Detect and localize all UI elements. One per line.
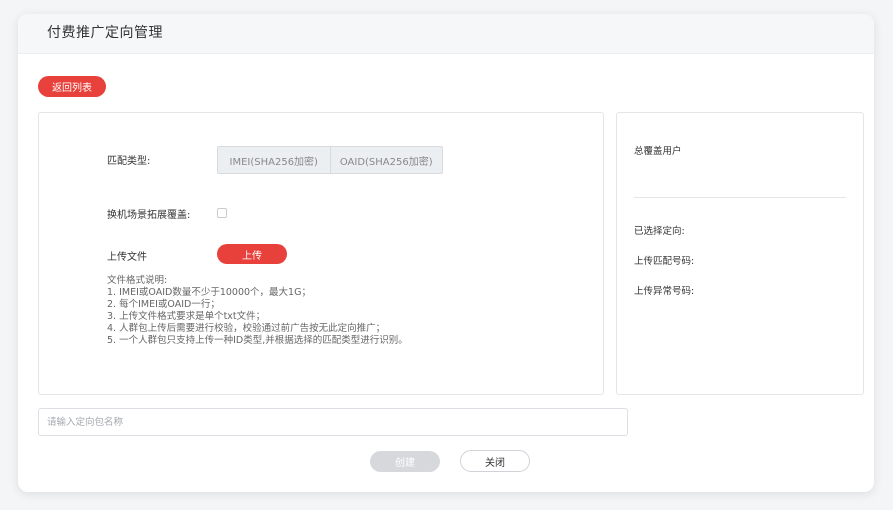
- upload-file-label: 上传文件: [107, 252, 147, 263]
- notes-item: 1. IMEI或OAID数量不少于10000个，最大1G；: [107, 287, 311, 298]
- abnormal-numbers-label: 上传异常号码:: [634, 286, 695, 297]
- card-header: 付费推广定向管理: [18, 14, 874, 54]
- summary-divider: [634, 197, 846, 198]
- upload-button[interactable]: 上传: [217, 244, 287, 264]
- summary-panel: 总覆盖用户 已选择定向: 上传匹配号码: 上传异常号码:: [616, 112, 864, 395]
- notes-item: 5. 一个人群包只支持上传一种ID类型,并根据选择的匹配类型进行识别。: [107, 335, 408, 346]
- main-card: 付费推广定向管理 返回列表 匹配类型: IMEI(SHA256加密) OAID(…: [18, 14, 874, 492]
- notes-item: 3. 上传文件格式要求是单个txt文件；: [107, 311, 266, 322]
- notes-heading: 文件格式说明:: [107, 275, 168, 286]
- matched-numbers-label: 上传匹配号码:: [634, 256, 695, 267]
- create-button[interactable]: 创建: [370, 451, 440, 472]
- match-type-label: 匹配类型:: [107, 156, 151, 167]
- total-users-label: 总覆盖用户: [634, 146, 682, 157]
- extend-coverage-label: 换机场景拓展覆盖:: [107, 210, 191, 221]
- notes-item: 4. 人群包上传后需要进行校验，校验通过前广告按无此定向推广；: [107, 323, 386, 334]
- match-option-oaid[interactable]: OAID(SHA256加密): [329, 147, 443, 173]
- match-type-selector: IMEI(SHA256加密) OAID(SHA256加密): [217, 146, 443, 174]
- selected-targeting-label: 已选择定向:: [634, 226, 685, 237]
- page-title: 付费推广定向管理: [47, 25, 163, 41]
- file-format-notes: 文件格式说明: 1. IMEI或OAID数量不少于10000个，最大1G； 2.…: [107, 275, 408, 347]
- notes-item: 2. 每个IMEI或OAID一行；: [107, 299, 220, 310]
- upload-form-panel: 匹配类型: IMEI(SHA256加密) OAID(SHA256加密) 换机场景…: [38, 112, 604, 395]
- close-button[interactable]: 关闭: [460, 450, 530, 472]
- match-option-imei[interactable]: IMEI(SHA256加密): [218, 147, 330, 173]
- package-name-input[interactable]: [38, 408, 628, 436]
- back-to-list-button[interactable]: 返回列表: [38, 76, 106, 97]
- extend-coverage-checkbox[interactable]: [217, 208, 227, 218]
